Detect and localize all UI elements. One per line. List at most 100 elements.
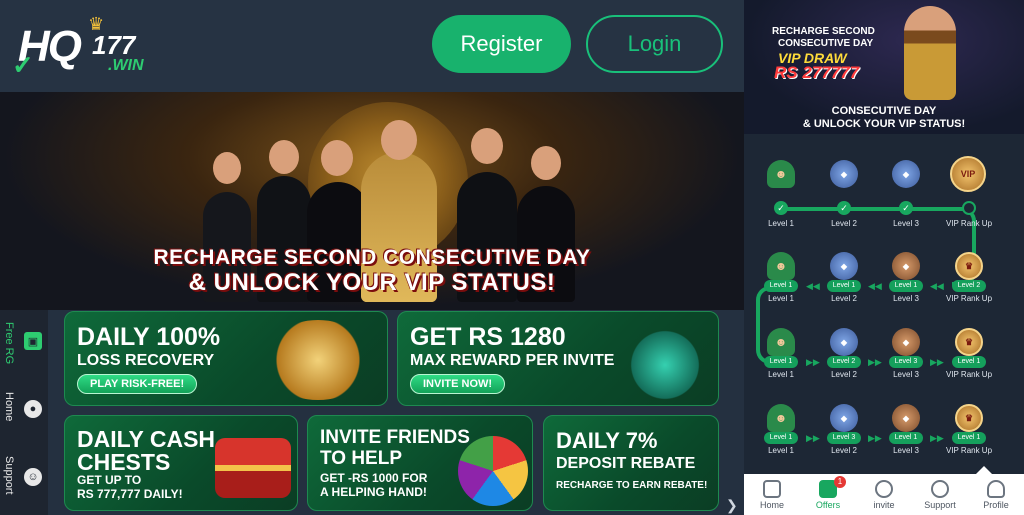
arrow-right-icon: ▶▶ [930, 433, 944, 443]
level-label: Level 3 [893, 370, 919, 379]
level-pill: Level 1 [889, 432, 923, 444]
treasure-chest-image [215, 438, 291, 498]
tab-label: Support [924, 500, 956, 510]
tab-support[interactable]: Support [912, 474, 968, 515]
card-subtitle-line2: A HELPING HAND! [320, 485, 427, 499]
level-badge-icon: ◆ [892, 252, 920, 280]
banner-bottom-line2: & UNLOCK YOUR VIP STATUS! [802, 118, 966, 130]
card-title-line2: DEPOSIT REBATE [556, 455, 696, 472]
level-label: VIP Rank Up [945, 294, 993, 303]
card-title: INVITE FRIENDS [320, 427, 470, 448]
hero-headline-line1: RECHARGE SECOND CONSECUTIVE DAY [153, 246, 591, 269]
level-label: Level 3 [893, 294, 919, 303]
card-title: DAILY 7% [556, 428, 658, 453]
level-label: Level 1 [768, 294, 794, 303]
level-badge-icon: ◆ [830, 404, 858, 432]
level-label: Level 1 [768, 446, 794, 455]
promo-card-invite-reward[interactable]: GET RS 1280 MAX REWARD PER INVITE INVITE… [397, 311, 719, 406]
side-quick-menu: Free RG ▣ Home ● Support ☺ [0, 310, 48, 515]
banner-model-image [904, 6, 956, 100]
card-subtitle-line2: RS 777,777 DAILY! [77, 487, 183, 501]
promo-card-invite-friends[interactable]: INVITE FRIENDS TO HELP GET -RS 1000 FOR … [307, 415, 533, 511]
card-subtitle: LOSS RECOVERY [77, 352, 215, 369]
play-risk-free-button[interactable]: PLAY RISK-FREE! [77, 374, 198, 394]
card-title: GET RS 1280 [410, 323, 566, 351]
card-subtitle: GET UP TO [77, 473, 142, 487]
level-badge-icon: ◆ [830, 328, 858, 356]
level-pill: Level 1 [952, 356, 986, 368]
offers-panel: RECHARGE SECOND CONSECUTIVE DAY VIP DRAW… [744, 0, 1024, 515]
vip-crown-icon: ♛ [955, 252, 983, 280]
level-label: VIP Rank Up [945, 446, 993, 455]
level-pill: Level 1 [952, 432, 986, 444]
level-label: VIP Rank Up [945, 219, 993, 228]
pending-dot-icon [962, 201, 976, 215]
promo-card-cash-chests[interactable]: DAILY CASH CHESTS GET UP TO RS 777,777 D… [64, 415, 298, 511]
arrow-right-icon: ▶▶ [806, 433, 820, 443]
check-icon: ✓ [837, 201, 851, 215]
level-label: Level 3 [893, 219, 919, 228]
login-button[interactable]: Login [586, 15, 723, 73]
sidebar-item-home[interactable]: Home ● [0, 378, 48, 440]
level-badge-icon: ◆ [892, 404, 920, 432]
register-button[interactable]: Register [432, 15, 571, 73]
top-header: ♛ HQ 177 .WIN ✓ Register Login [0, 0, 744, 92]
banner-bottom-line1: CONSECUTIVE DAY [831, 105, 937, 117]
card-subtitle: GET -RS 1000 FOR [320, 471, 428, 485]
player-avatar-icon: ☻ [767, 404, 795, 432]
sidebar-item-label: Home [3, 392, 15, 422]
level-label: Level 2 [831, 446, 857, 455]
tab-indicator [976, 466, 992, 474]
level-label: Level 1 [768, 370, 794, 379]
check-icon: ✓ [774, 201, 788, 215]
track-row1 [781, 207, 971, 211]
level-label: Level 3 [893, 446, 919, 455]
card-subtitle: MAX REWARD PER INVITE [410, 352, 615, 369]
vip-crown-icon: ♛ [955, 328, 983, 356]
users-icon [875, 480, 893, 498]
prize-wheel-image [458, 436, 528, 506]
level-pill: Level 3 [889, 356, 923, 368]
invite-now-button[interactable]: INVITE NOW! [410, 374, 506, 394]
level-pill: Level 1 [764, 432, 798, 444]
tab-profile[interactable]: Profile [968, 474, 1024, 515]
level-pill: Level 1 [827, 280, 861, 292]
vip-draw-banner[interactable]: RECHARGE SECOND CONSECUTIVE DAY VIP DRAW… [744, 0, 1024, 134]
level-label: Level 2 [831, 370, 857, 379]
smile-icon: ☺ [24, 468, 42, 486]
tab-invite[interactable]: invite [856, 474, 912, 515]
level-pill: Level 1 [764, 356, 798, 368]
sidebar-item-free-rg[interactable]: Free RG ▣ [0, 310, 48, 372]
promo-card-loss-recovery[interactable]: DAILY 100% LOSS RECOVERY PLAY RISK-FREE! [64, 311, 388, 406]
app-root: ♛ HQ 177 .WIN ✓ Register Login RECHARGE … [0, 0, 1024, 515]
sidebar-item-label: Support [3, 456, 15, 495]
sidebar-item-label: Free RG [3, 322, 15, 365]
banner-line1: RECHARGE SECOND [772, 26, 875, 37]
player-avatar-icon: ☻ [767, 160, 795, 188]
tab-label: Home [759, 500, 784, 510]
level-label: Level 2 [831, 294, 857, 303]
chat-icon: ● [24, 400, 42, 418]
player-avatar-icon: ☻ [767, 328, 795, 356]
banner-amount: RS 277777 [774, 63, 860, 82]
level-pill: Level 1 [889, 280, 923, 292]
promo-card-deposit-rebate[interactable]: DAILY 7% DEPOSIT REBATE RECHARGE TO EARN… [543, 415, 719, 511]
tab-offers[interactable]: 1 Offers [800, 474, 856, 515]
vip-crown-icon: VIP [950, 156, 986, 192]
tab-label: invite [873, 500, 895, 510]
bottom-tab-bar: Home 1 Offers invite Support Profile [744, 474, 1024, 515]
level-label: Level 1 [768, 219, 794, 228]
arrow-right-icon: ▶▶ [806, 357, 820, 367]
level-pill: Level 2 [827, 356, 861, 368]
sidebar-item-support[interactable]: Support ☺ [0, 446, 48, 508]
brand-logo[interactable]: ♛ HQ 177 .WIN ✓ [12, 14, 162, 80]
level-badge-icon: ◆ [830, 160, 858, 188]
level-badge-icon: ◆ [892, 160, 920, 188]
treasure-coins-image [263, 320, 373, 400]
tab-home[interactable]: Home [744, 474, 800, 515]
level-label: Level 2 [831, 219, 857, 228]
level-pill: Level 3 [827, 432, 861, 444]
level-badge-icon: ◆ [830, 252, 858, 280]
hero-banner[interactable]: RECHARGE SECOND CONSECUTIVE DAY & UNLOCK… [0, 92, 744, 310]
chevron-right-icon[interactable]: ❯ [726, 497, 738, 514]
